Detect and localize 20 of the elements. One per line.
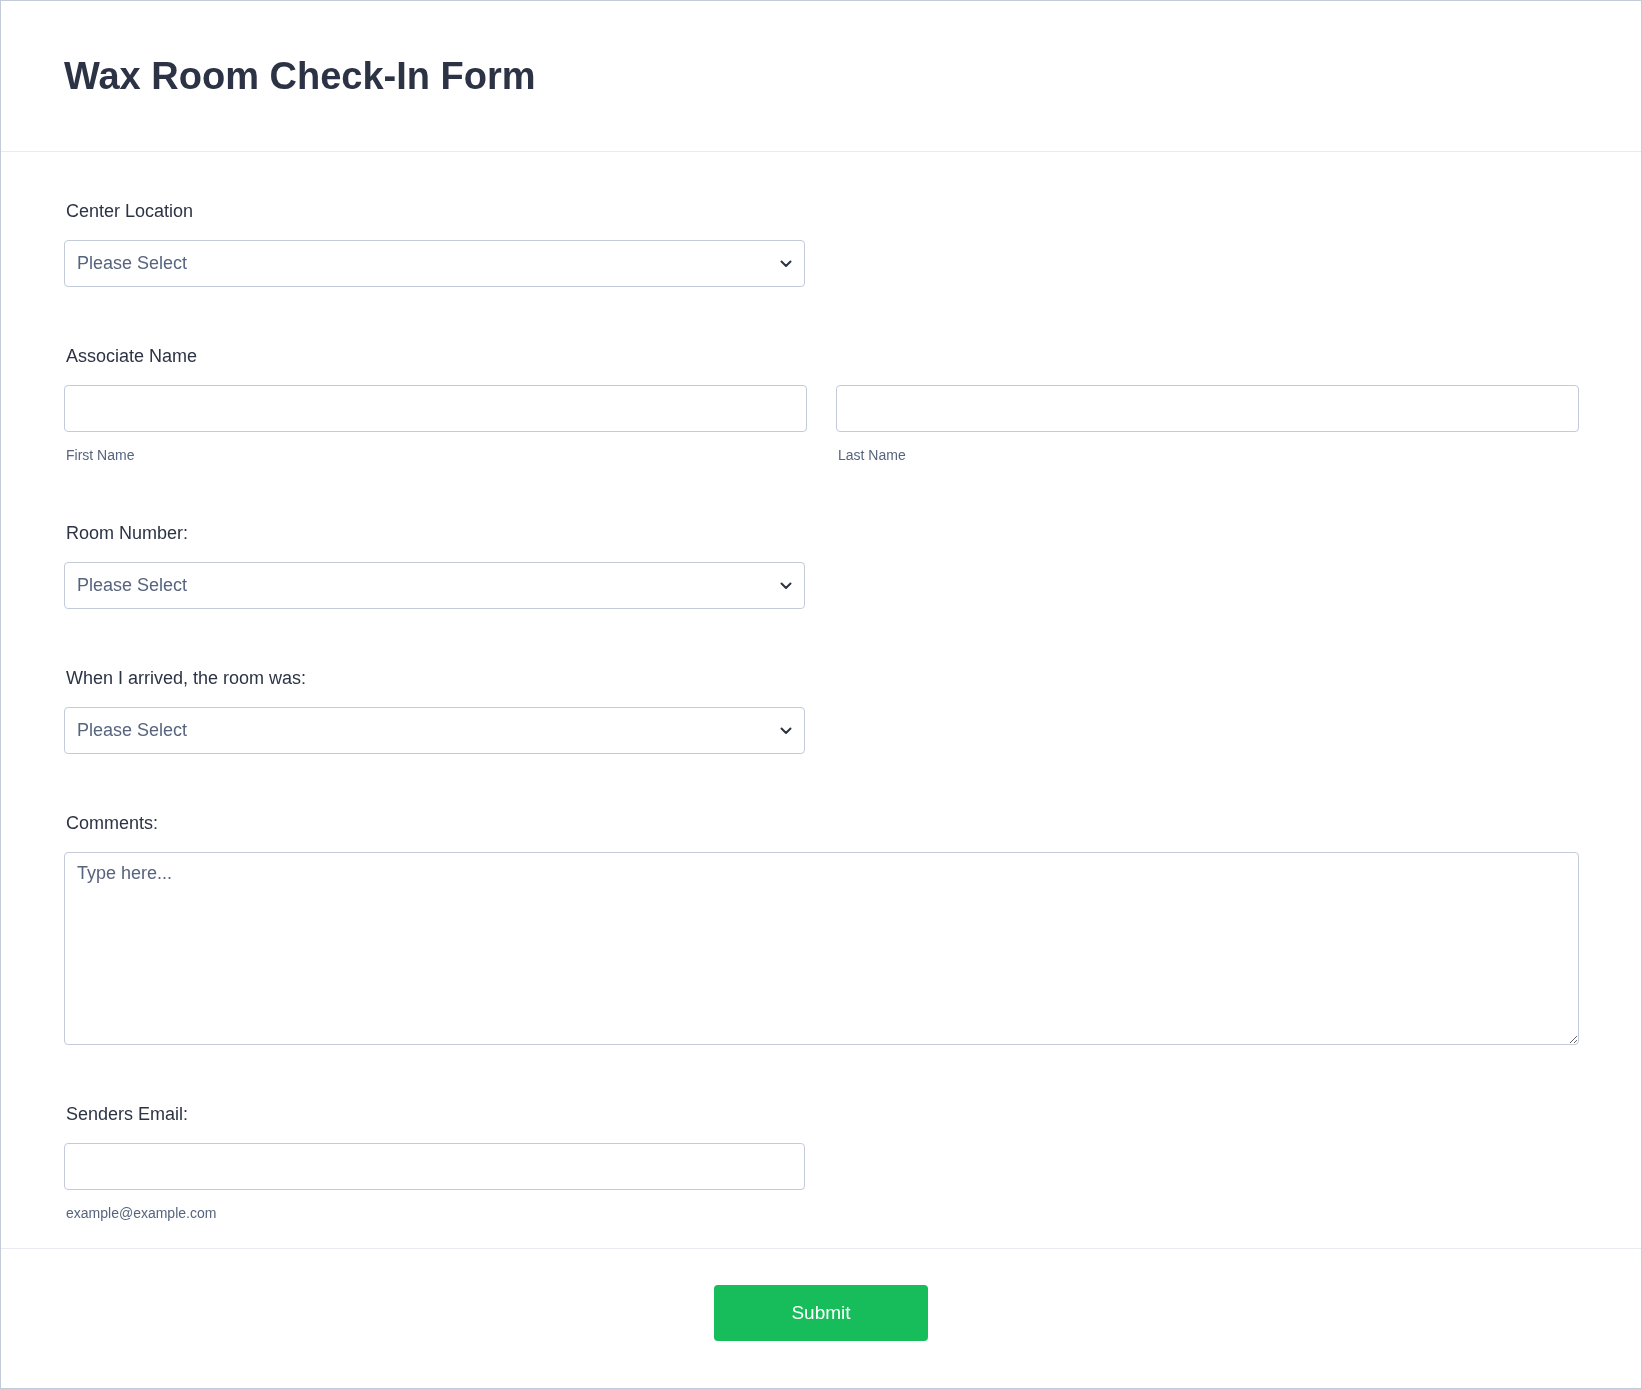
field-sublabel: Last Name [838,446,907,464]
chevron-down-icon [780,726,792,735]
field-label: Senders Email: [66,1103,190,1126]
dropdown[interactable]: Please Select [64,562,805,609]
chevron-down-icon [780,581,792,590]
field-sublabel: example@example.com [66,1204,218,1222]
dropdown[interactable]: Please Select [64,240,805,287]
email-input[interactable] [64,1143,805,1190]
form-title: Wax Room Check-In Form [64,54,536,98]
text-input[interactable] [64,385,807,432]
field-label: Center Location [66,200,195,223]
text-input[interactable] [836,385,1579,432]
field-sublabel: First Name [66,446,136,464]
field-label: Associate Name [66,345,199,368]
chevron-down-icon [780,259,792,268]
dropdown[interactable]: Please Select [64,707,805,754]
field-label: When I arrived, the room was: [66,667,308,690]
field-label: Comments: [66,812,160,835]
comments-textarea[interactable]: Type here... [64,852,1579,1045]
field-label: Room Number: [66,522,190,545]
